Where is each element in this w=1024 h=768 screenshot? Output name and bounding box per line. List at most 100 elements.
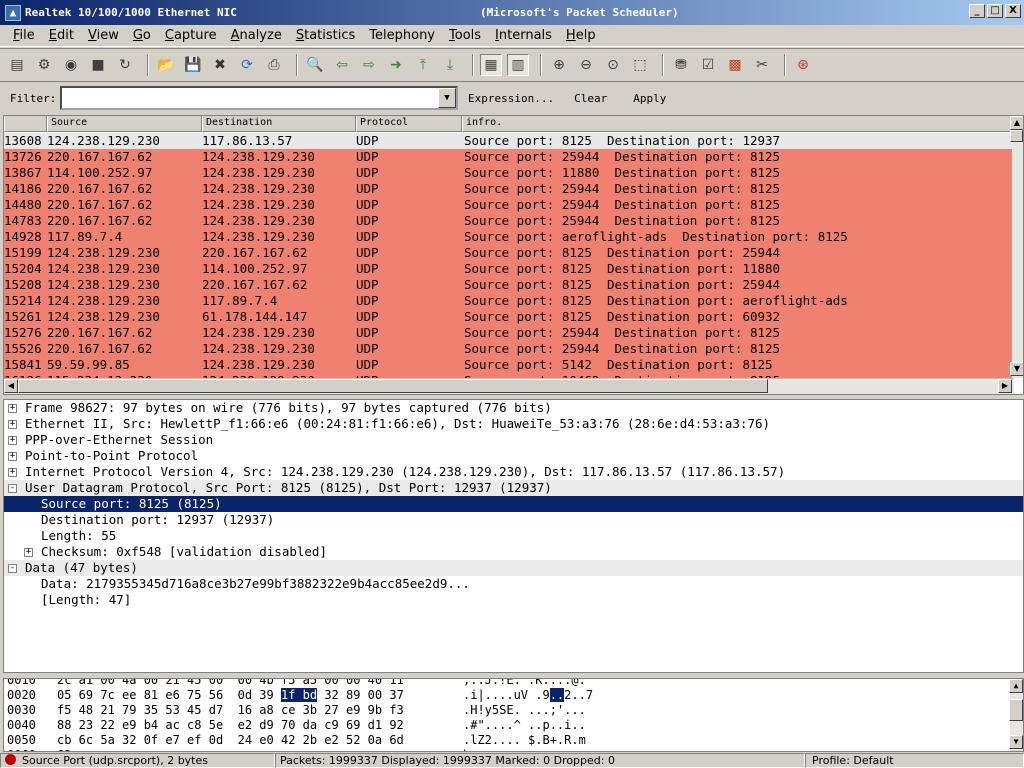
menu-edit[interactable]: Edit [42,26,81,46]
packet-row[interactable]: 15214 124.238.129.230 117.89.7.4 UDP Source … [4,293,1014,309]
menu-help[interactable]: Help [559,26,603,46]
packet-bytes-pane[interactable]: 0010 2c a1 00 4a 00 21 45 00 00 4b f5 a5 … [3,678,1024,752]
bytes-ascii[interactable]: .H!y5SE. ...;'... [463,703,586,718]
menu-telephony[interactable]: Telephony [362,26,442,46]
bytes-hex[interactable]: f5 48 21 79 35 53 45 d7 16 a8 ce 3b 27 e… [57,703,404,718]
bytes-hex[interactable]: 05 69 7c ee 81 e6 75 56 0d 39 1f bd 32 8… [57,688,404,703]
menu-capture[interactable]: Capture [158,26,224,46]
packet-row[interactable]: 14480 220.167.167.62 124.238.129.230 UDP Sou… [4,197,1014,213]
packet-row[interactable]: 15841 59.59.99.85 124.238.129.230 UDP Source… [4,357,1014,373]
bytes-ascii[interactable]: b [463,748,470,751]
packet-row[interactable]: 14928 117.89.7.4 124.238.129.230 UDP Source … [4,229,1014,245]
detail-tree-item[interactable]: [Length: 47] [4,592,1023,608]
expand-plus-icon[interactable]: + [8,452,17,461]
menu-analyze[interactable]: Analyze [224,26,289,46]
open-button[interactable]: 📂 [155,54,177,76]
column-header-protocol[interactable]: Protocol [356,116,462,132]
reload-button[interactable]: ⟳ [236,54,258,76]
packet-list-pane[interactable]: Source Destination Protocol infro. 13608… [3,115,1024,395]
column-header-source[interactable]: Source [47,116,202,132]
colorize-button[interactable]: ▦ [480,54,502,76]
packet-row[interactable]: 15261 124.238.129.230 61.178.144.147 UDP Sou… [4,309,1014,325]
bytes-ascii[interactable]: .lZ2.... $.B+.R.m [463,733,586,748]
packet-row[interactable]: 13867 114.100.252.97 124.238.129.230 UDP Sou… [4,165,1014,181]
menu-tools[interactable]: Tools [442,26,488,46]
save-button[interactable]: 💾 [182,54,204,76]
packet-bytes-vscrollbar[interactable]: ▲ ▼ [1009,679,1023,751]
collapse-minus-icon[interactable]: - [8,564,17,573]
bytes-ascii[interactable]: .#"....^ ..p..i.. [463,718,586,733]
zoom-normal-button[interactable]: ⊙ [602,54,624,76]
bytes-hex[interactable]: 88 23 22 e9 b4 ac c8 5e e2 d9 70 da c9 6… [57,718,404,733]
bytes-vscroll-thumb[interactable] [1009,699,1023,721]
packet-row[interactable]: 13608 124.238.129.230 117.86.13.57 UDP Sourc… [4,133,1014,149]
detail-tree-item[interactable]: - Data (47 bytes) [4,560,1023,576]
scroll-left-arrow-icon[interactable]: ◀ [4,379,18,393]
expand-plus-icon[interactable]: + [8,404,17,413]
apply-button[interactable]: Apply [633,92,666,105]
packet-row[interactable]: 15204 124.238.129.230 114.100.252.97 UDP Sou… [4,261,1014,277]
packet-row[interactable]: 15199 124.238.129.230 220.167.167.62 UDP Sou… [4,245,1014,261]
collapse-minus-icon[interactable]: - [8,484,17,493]
zoom-in-button[interactable]: ⊕ [548,54,570,76]
scroll-right-arrow-icon[interactable]: ▶ [998,379,1012,393]
expand-plus-icon[interactable]: + [8,468,17,477]
stop-capture-button[interactable]: ■ [87,54,109,76]
column-header-info[interactable]: infro. [462,116,1014,132]
display-filters-button[interactable]: ☑ [697,54,719,76]
expand-plus-icon[interactable]: + [8,420,17,429]
maximize-button[interactable]: □ [987,4,1003,18]
goto-button[interactable]: ➜ [385,54,407,76]
detail-tree-item[interactable]: Data: 2179355345d716a8ce3b27e99bf3882322… [4,576,1023,592]
packet-details-pane[interactable]: + Frame 98627: 97 bytes on wire (776 bits… [3,399,1024,673]
packet-row[interactable]: 15526 220.167.167.62 124.238.129.230 UDP Sou… [4,341,1014,357]
bytes-scroll-up-arrow-icon[interactable]: ▲ [1009,679,1023,693]
packet-row[interactable]: 15276 220.167.167.62 124.238.129.230 UDP Sou… [4,325,1014,341]
bytes-hex[interactable]: cb 6c 5a 32 0f e7 ef 0d 24 e0 42 2b e2 5… [57,733,404,748]
restart-capture-button[interactable]: ↻ [114,54,136,76]
bytes-hex[interactable]: 2c a1 00 4a 00 21 45 00 00 4b f5 a5 00 0… [57,679,404,688]
packet-row[interactable]: 13726 220.167.167.62 124.238.129.230 UDP Sou… [4,149,1014,165]
scroll-up-arrow-icon[interactable]: ▲ [1010,116,1023,130]
detail-tree-item[interactable]: + Ethernet II, Src: HewlettP_f1:66:e6 (00… [4,416,1023,432]
packet-list-vscrollbar[interactable]: ▲ ▼ [1010,116,1023,378]
detail-tree-item[interactable]: Source port: 8125 (8125) [4,496,1023,512]
clear-button[interactable]: Clear [574,92,607,105]
filter-dropdown-button[interactable]: ▼ [438,88,456,108]
capture-filters-button[interactable]: ⛃ [670,54,692,76]
preferences-button[interactable]: ✂ [751,54,773,76]
detail-tree-item[interactable]: Length: 55 [4,528,1023,544]
detail-tree-item[interactable]: + Point-to-Point Protocol [4,448,1023,464]
find-button[interactable]: 🔍 [304,54,326,76]
menu-file[interactable]: File [6,26,42,46]
packet-row[interactable]: 14783 220.167.167.62 124.238.129.230 UDP Sou… [4,213,1014,229]
back-button[interactable]: ⇦ [331,54,353,76]
detail-tree-item[interactable]: + Frame 98627: 97 bytes on wire (776 bits… [4,400,1023,416]
packet-row[interactable]: 15208 124.238.129.230 220.167.167.62 UDP Sou… [4,277,1014,293]
interfaces-button[interactable]: ▤ [6,54,28,76]
column-header-destination[interactable]: Destination [202,116,356,132]
autoscroll-button[interactable]: ▥ [507,54,529,76]
packet-list-hscrollbar[interactable]: ◀ ▶ [4,378,1014,394]
detail-tree-item[interactable]: Destination port: 12937 (12937) [4,512,1023,528]
help-button[interactable]: ⊛ [792,54,814,76]
zoom-out-button[interactable]: ⊖ [575,54,597,76]
expand-plus-icon[interactable]: + [24,548,33,557]
packet-row[interactable]: 14186 220.167.167.62 124.238.129.230 UDP Sou… [4,181,1014,197]
bytes-ascii[interactable]: ,..J.!E. .K....@. [463,679,586,688]
print-button[interactable]: ⎙ [263,54,285,76]
forward-button[interactable]: ⇨ [358,54,380,76]
coloring-rules-button[interactable]: ▩ [724,54,746,76]
packet-list-hscroll-thumb[interactable] [18,379,768,393]
detail-tree-item[interactable]: + Internet Protocol Version 4, Src: 124.2… [4,464,1023,480]
bytes-hex[interactable]: 62 [57,748,71,751]
menu-statistics[interactable]: Statistics [289,26,362,46]
packet-list-vscroll-thumb[interactable] [1010,130,1023,142]
expert-info-icon[interactable] [5,754,16,765]
last-packet-button[interactable]: ⤓ [439,54,461,76]
minimize-button[interactable]: _ [969,4,985,18]
menu-internals[interactable]: Internals [488,26,559,46]
filter-input[interactable]: ▼ [60,86,458,110]
start-capture-button[interactable]: ◉ [60,54,82,76]
menu-go[interactable]: Go [126,26,158,46]
